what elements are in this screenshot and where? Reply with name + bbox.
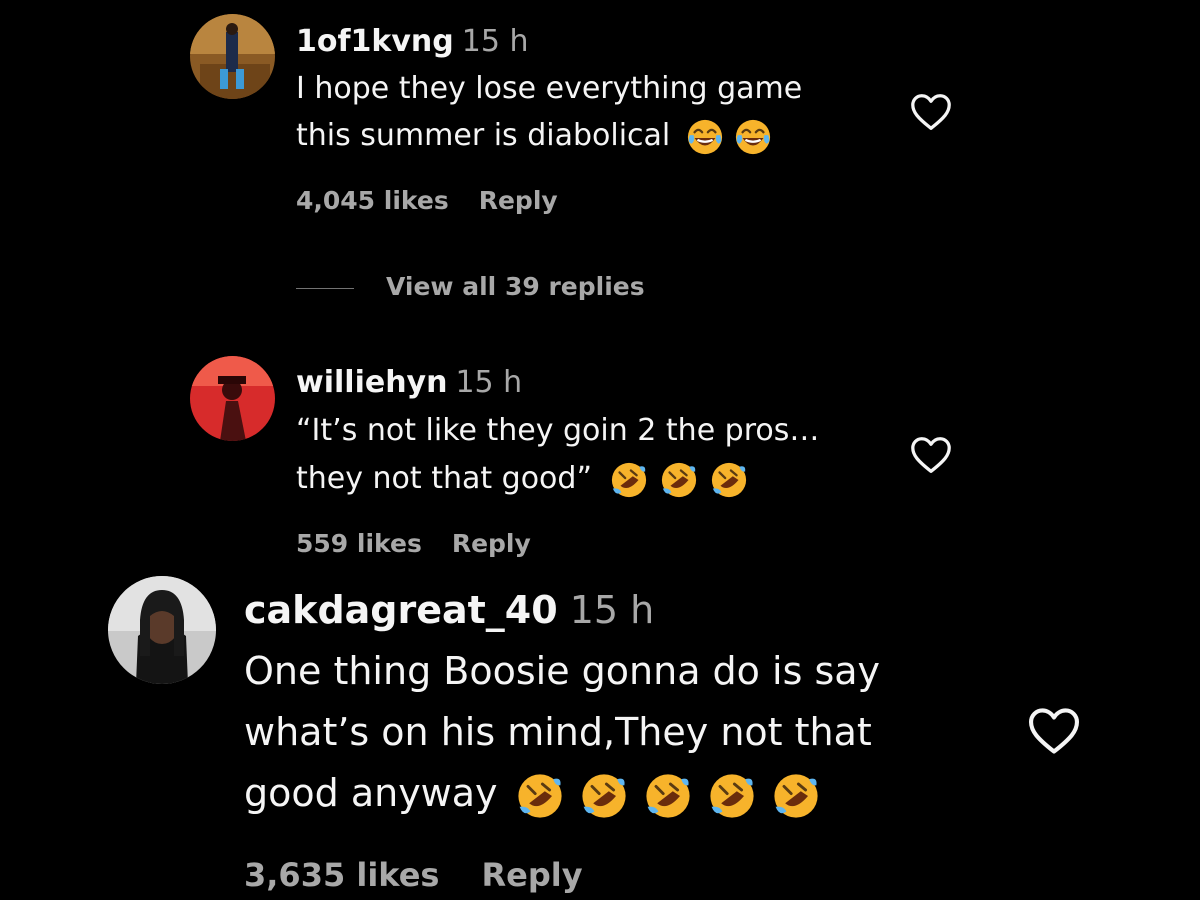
comment-header: 1of1kvng 15 h: [296, 22, 528, 62]
rolling-on-floor-laughing-emoji: [708, 772, 756, 820]
comment-text-line: One thing Boosie gonna do is say: [244, 649, 881, 693]
timestamp: 15 h: [569, 588, 655, 632]
username[interactable]: williehyn: [296, 365, 447, 400]
reply-button[interactable]: Reply: [479, 186, 558, 215]
avatar[interactable]: [108, 576, 216, 684]
heart-outline-icon[interactable]: [1025, 702, 1083, 760]
username[interactable]: 1of1kvng: [296, 24, 454, 59]
comment-meta: 559 likes Reply: [296, 527, 531, 561]
rolling-on-floor-laughing-emoji: [660, 461, 698, 499]
rolling-on-floor-laughing-emoji: [644, 772, 692, 820]
comment-meta: 3,635 likes Reply: [244, 854, 583, 896]
view-replies-label: View all 39 replies: [386, 272, 645, 301]
rolling-on-floor-laughing-emoji: [772, 772, 820, 820]
rolling-on-floor-laughing-emoji: [516, 772, 564, 820]
comment-text-line: they not that good”: [296, 461, 592, 496]
face-with-tears-of-joy-emoji: [734, 118, 772, 156]
face-with-tears-of-joy-emoji: [686, 118, 724, 156]
view-replies-button[interactable]: View all 39 replies: [296, 272, 645, 301]
reply-button[interactable]: Reply: [452, 529, 531, 558]
avatar[interactable]: [190, 356, 275, 441]
comment-text-line: this summer is diabolical: [296, 118, 671, 153]
comment-header: williehyn 15 h: [296, 363, 522, 403]
replies-divider: [296, 287, 354, 289]
comment-text-line: what’s on his mind,They not that: [244, 710, 872, 754]
timestamp: 15 h: [455, 365, 523, 400]
comment-text-line-with-emoji: they not that good”: [296, 459, 748, 499]
likes-count[interactable]: 4,045 likes: [296, 186, 449, 215]
rolling-on-floor-laughing-emoji: [710, 461, 748, 499]
likes-count[interactable]: 559 likes: [296, 529, 422, 558]
likes-count[interactable]: 3,635 likes: [244, 856, 439, 894]
timestamp: 15 h: [461, 24, 529, 59]
comment-text-line: I hope they lose everything game: [296, 71, 803, 106]
rolling-on-floor-laughing-emoji: [580, 772, 628, 820]
username[interactable]: cakdagreat_40: [244, 588, 558, 632]
rolling-on-floor-laughing-emoji: [610, 461, 648, 499]
reply-button[interactable]: Reply: [481, 856, 582, 894]
heart-outline-icon[interactable]: [908, 89, 954, 135]
comment-header: cakdagreat_40 15 h: [244, 586, 654, 634]
comment-text-line: “It’s not like they goin 2 the pros…: [296, 413, 820, 448]
avatar[interactable]: [190, 14, 275, 99]
comment-text-line-with-emoji: good anyway: [244, 769, 820, 820]
comment-meta: 4,045 likes Reply: [296, 184, 558, 218]
heart-outline-icon[interactable]: [908, 432, 954, 478]
comment-text-line-with-emoji: this summer is diabolical: [296, 116, 772, 156]
comment-text-line: good anyway: [244, 771, 498, 815]
